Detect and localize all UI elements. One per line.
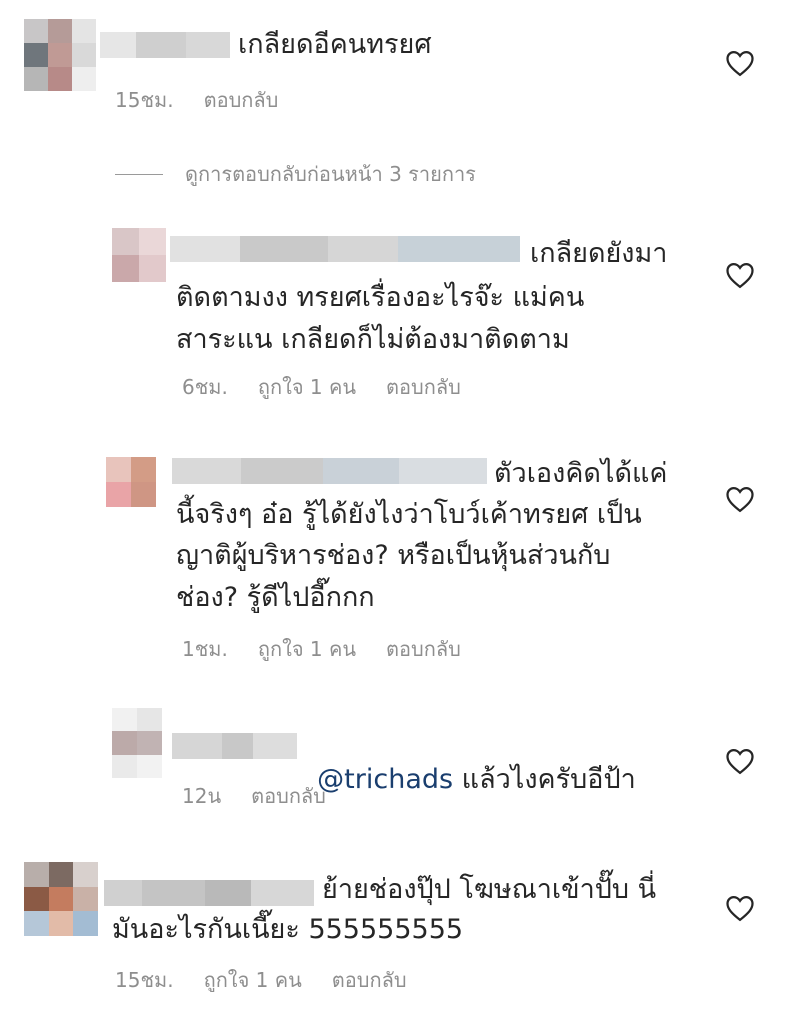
avatar[interactable]	[112, 708, 162, 778]
heart-icon[interactable]	[725, 894, 755, 922]
view-previous-replies[interactable]: ดูการตอบกลับก่อนหน้า 3 รายการ	[115, 158, 476, 190]
heart-icon[interactable]	[725, 49, 755, 77]
heart-icon[interactable]	[725, 747, 755, 775]
username-redacted[interactable]	[100, 32, 230, 58]
reply-button[interactable]: ตอบกลับ	[332, 968, 407, 992]
comment-text: เกลียดอีคนทรยศ	[238, 29, 432, 60]
comment-meta: 12น ตอบกลับ	[182, 780, 356, 812]
likes-count[interactable]: ถูกใจ 1 คน	[204, 968, 302, 992]
comment-meta: 6ชม. ถูกใจ 1 คน ตอบกลับ	[182, 371, 491, 403]
username-redacted[interactable]	[172, 733, 297, 759]
likes-count[interactable]: ถูกใจ 1 คน	[258, 637, 356, 661]
heart-icon[interactable]	[725, 485, 755, 513]
heart-icon[interactable]	[725, 261, 755, 289]
comment-time: 15ชม.	[115, 968, 174, 992]
reply-button[interactable]: ตอบกลับ	[386, 637, 461, 661]
comment-text: ตัวเองคิดได้แค่	[494, 458, 668, 489]
comment-text: ญาติผู้บริหารช่อง? หรือเป็นหุ้นส่วนกับ	[176, 540, 611, 571]
comment-meta: 1ชม. ถูกใจ 1 คน ตอบกลับ	[182, 633, 491, 665]
comment-time: 1ชม.	[182, 637, 228, 661]
view-previous-label[interactable]: ดูการตอบกลับก่อนหน้า 3 รายการ	[185, 158, 476, 190]
comment-text: มันอะไรกันเนี๊ยะ 555555555	[112, 914, 464, 945]
reply-button[interactable]: ตอบกลับ	[251, 784, 326, 808]
comment-time: 15ชม.	[115, 88, 174, 112]
comment-text-body: แล้วไงครับอีป้า	[453, 764, 636, 795]
comment-text: เกลียดยังมา	[530, 238, 668, 269]
avatar[interactable]	[112, 228, 166, 282]
comment-meta: 15ชม. ถูกใจ 1 คน ตอบกลับ	[115, 964, 437, 996]
reply-button[interactable]: ตอบกลับ	[386, 375, 461, 399]
comment-text: ติดตามงง ทรยศเรื่องอะไรจ๊ะ แม่คน	[176, 282, 585, 313]
comment-time: 6ชม.	[182, 375, 228, 399]
avatar[interactable]	[24, 862, 98, 936]
comment-text: ย้ายช่องปุ๊ป โฆษณาเข้าปั๊บ นี่	[322, 874, 657, 905]
comment-text: สาระแน เกลียดก็ไม่ต้องมาติดตาม	[176, 324, 570, 355]
username-redacted[interactable]	[170, 236, 520, 262]
comment-text: นี้จริงๆ อ๋อ รู้ได้ยังไงว่าโบว์เค้าทรยศ …	[176, 499, 642, 530]
avatar[interactable]	[106, 457, 156, 507]
comment-time: 12น	[182, 784, 222, 808]
likes-count[interactable]: ถูกใจ 1 คน	[258, 375, 356, 399]
username-redacted[interactable]	[104, 880, 314, 906]
username-redacted[interactable]	[172, 458, 487, 484]
divider-line	[115, 173, 163, 175]
comment-meta: 15ชม. ตอบกลับ	[115, 84, 308, 116]
reply-button[interactable]: ตอบกลับ	[204, 88, 279, 112]
comment-text: ช่อง? รู้ดีไปอี๊กกก	[176, 582, 375, 613]
avatar[interactable]	[24, 19, 96, 91]
